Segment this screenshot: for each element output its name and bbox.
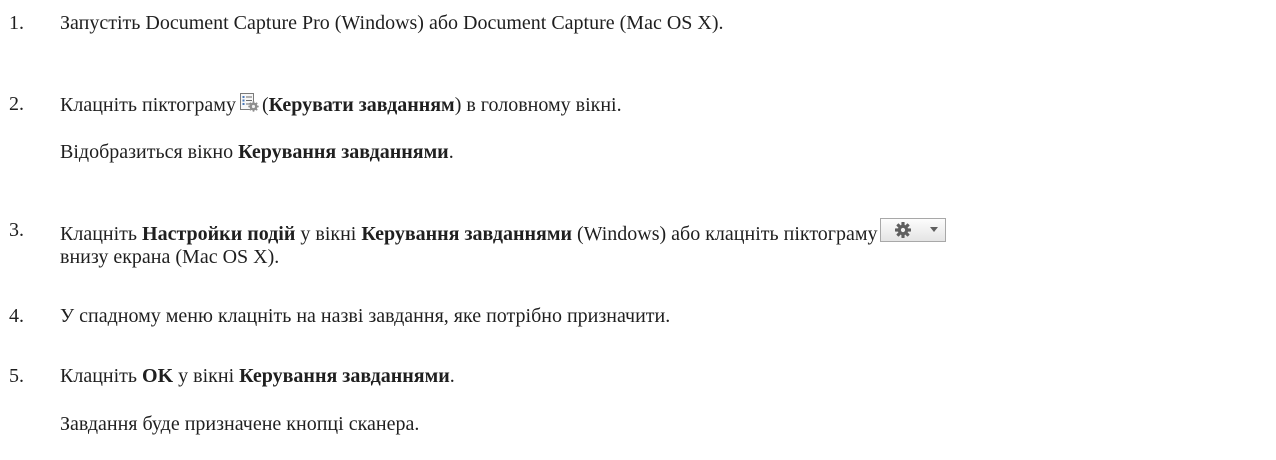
gear-menu-button-icon — [879, 218, 946, 242]
manage-task-icon — [239, 92, 259, 112]
step-text: Клацніть OK у вікні Керування завданнями… — [60, 364, 455, 388]
step-text-part: у вікні — [173, 365, 240, 387]
ui-term-job-management: Керування завданнями — [239, 365, 450, 387]
step-text: Клацніть піктограму (Керувати завданням)… — [60, 92, 622, 117]
step-text: У спадному меню клацніть на назві завдан… — [60, 305, 671, 327]
step-text-part: Клацніть — [60, 223, 143, 245]
ui-term-job-management: Керування завданнями — [361, 223, 572, 245]
ui-term-ok: OK — [142, 365, 174, 387]
step-text: внизу екрана (Mac OS X). — [60, 246, 280, 268]
step-text-part: (Windows) або клацніть піктограму — [571, 223, 878, 245]
step-text-part: ( — [261, 94, 269, 116]
step-text-part: . — [448, 141, 454, 163]
step-text-part: ) в головному вікні. — [454, 94, 622, 116]
step-text-part: Клацніть піктограму — [60, 94, 236, 116]
step-text-part: Клацніть — [60, 365, 143, 387]
step-number: 1. — [9, 12, 24, 34]
ui-term-manage-task: Керувати завданням — [268, 94, 455, 116]
step-number: 2. — [9, 93, 24, 115]
step-number: 4. — [9, 305, 24, 327]
step-text-part: Відобразиться вікно — [60, 141, 239, 163]
step-text: Клацніть Настройки подій у вікні Керуван… — [60, 218, 946, 246]
step-number: 5. — [9, 365, 24, 387]
step-text-part: у вікні — [295, 223, 362, 245]
step-result-text: Відобразиться вікно Керування завданнями… — [60, 140, 454, 164]
step-text-part: . — [449, 365, 455, 387]
ui-term-job-management: Керування завданнями — [238, 141, 449, 163]
step-result-text: Завдання буде призначене кнопці сканера. — [60, 413, 420, 435]
ui-term-event-settings: Настройки подій — [142, 223, 296, 245]
step-number: 3. — [9, 219, 24, 241]
step-text: Запустіть Document Capture Pro (Windows)… — [60, 12, 724, 34]
